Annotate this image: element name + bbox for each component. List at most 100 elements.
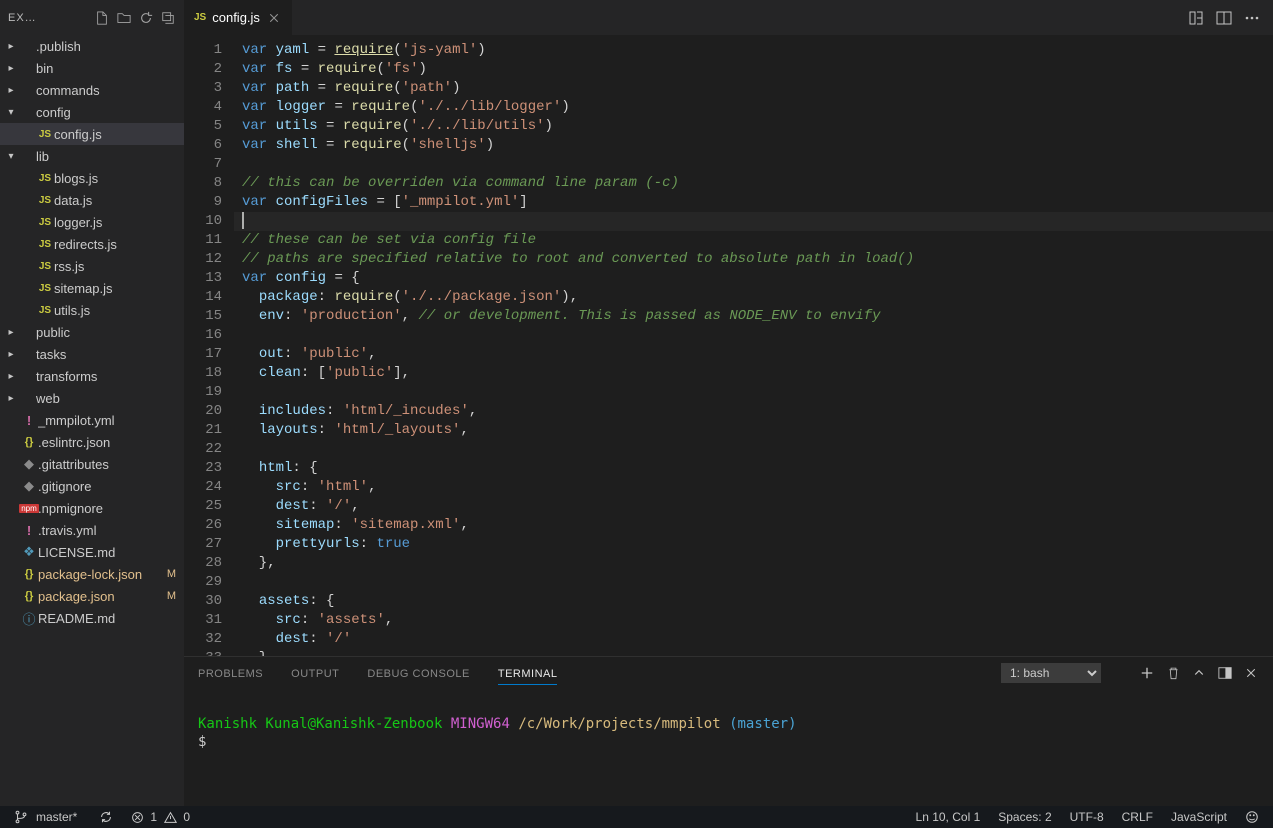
compare-changes-icon[interactable] xyxy=(1187,9,1205,27)
tab-config-js[interactable]: JS config.js xyxy=(184,0,292,35)
file-tree[interactable]: ▸.publish▸bin▸commands▾configJSconfig.js… xyxy=(0,35,184,806)
editor-group: JS config.js 123456789101112131415161718… xyxy=(184,0,1273,806)
tree-item-label: rss.js xyxy=(54,259,184,274)
terminal-select[interactable]: 1: bash xyxy=(1001,663,1101,683)
tree-file[interactable]: ❖LICENSE.md xyxy=(0,541,184,563)
tree-item-label: .publish xyxy=(36,39,184,54)
panel-position-icon[interactable] xyxy=(1217,665,1233,681)
file-icon: JS xyxy=(36,283,54,294)
file-icon: JS xyxy=(36,305,54,316)
file-icon: ! xyxy=(20,523,38,538)
tree-file[interactable]: JSlogger.js xyxy=(0,211,184,233)
close-tab-icon[interactable] xyxy=(266,10,282,26)
tree-file[interactable]: JSredirects.js xyxy=(0,233,184,255)
file-icon: JS xyxy=(36,129,54,140)
chevron-icon: ▸ xyxy=(4,327,18,338)
file-icon: JS xyxy=(36,217,54,228)
split-editor-icon[interactable] xyxy=(1215,9,1233,27)
status-eol[interactable]: CRLF xyxy=(1118,806,1157,828)
editor[interactable]: 1234567891011121314151617181920212223242… xyxy=(184,35,1273,656)
tree-item-label: config.js xyxy=(54,127,184,142)
tree-item-label: tasks xyxy=(36,347,184,362)
tree-folder[interactable]: ▸web xyxy=(0,387,184,409)
tree-file[interactable]: ◆.gitattributes xyxy=(0,453,184,475)
tree-folder[interactable]: ▸transforms xyxy=(0,365,184,387)
tree-file[interactable]: ⓘREADME.md xyxy=(0,607,184,629)
maximize-panel-icon[interactable] xyxy=(1191,665,1207,681)
status-feedback-icon[interactable] xyxy=(1241,806,1263,828)
tree-file[interactable]: JSblogs.js xyxy=(0,167,184,189)
chevron-icon: ▾ xyxy=(4,107,18,118)
file-icon: ◆ xyxy=(20,478,38,494)
tree-file[interactable]: ◆.gitignore xyxy=(0,475,184,497)
status-problems[interactable]: 1 0 xyxy=(127,806,198,828)
refresh-icon[interactable] xyxy=(138,10,154,26)
new-file-icon[interactable] xyxy=(94,10,110,26)
status-encoding[interactable]: UTF-8 xyxy=(1066,806,1108,828)
new-folder-icon[interactable] xyxy=(116,10,132,26)
file-icon: JS xyxy=(36,261,54,272)
tree-file[interactable]: JSrss.js xyxy=(0,255,184,277)
scm-decoration: M xyxy=(167,590,184,602)
tree-file[interactable]: JSconfig.js xyxy=(0,123,184,145)
chevron-icon: ▸ xyxy=(4,63,18,74)
new-terminal-icon[interactable] xyxy=(1139,665,1155,681)
status-indentation[interactable]: Spaces: 2 xyxy=(994,806,1055,828)
tree-item-label: bin xyxy=(36,61,184,76)
tab-terminal[interactable]: TERMINAL xyxy=(498,662,558,685)
terminal-content[interactable]: Kanishk Kunal@Kanishk-Zenbook MINGW64 /c… xyxy=(184,689,1273,806)
js-icon: JS xyxy=(194,12,206,23)
code-content[interactable]: var yaml = require('js-yaml')var fs = re… xyxy=(234,35,1273,656)
file-icon: {} xyxy=(20,568,38,580)
tree-item-label: logger.js xyxy=(54,215,184,230)
tree-folder[interactable]: ▸public xyxy=(0,321,184,343)
tree-folder[interactable]: ▸ .publish xyxy=(0,35,184,57)
tree-item-label: package-lock.json xyxy=(38,567,167,582)
tree-item-label: utils.js xyxy=(54,303,184,318)
tree-item-label: data.js xyxy=(54,193,184,208)
file-icon: npm xyxy=(20,504,38,513)
tree-file[interactable]: JSsitemap.js xyxy=(0,277,184,299)
file-icon: ⓘ xyxy=(20,609,38,628)
tree-folder[interactable]: ▸commands xyxy=(0,79,184,101)
tree-file[interactable]: {}package-lock.jsonM xyxy=(0,563,184,585)
tree-file[interactable]: !.travis.yml xyxy=(0,519,184,541)
tree-item-label: .eslintrc.json xyxy=(38,435,184,450)
explorer-title: EX… xyxy=(8,12,88,24)
kill-terminal-icon[interactable] xyxy=(1165,665,1181,681)
status-cursor-position[interactable]: Ln 10, Col 1 xyxy=(912,806,985,828)
bottom-panel: PROBLEMS OUTPUT DEBUG CONSOLE TERMINAL 1… xyxy=(184,656,1273,806)
chevron-icon: ▸ xyxy=(4,41,18,52)
status-sync-icon[interactable] xyxy=(95,806,117,828)
collapse-all-icon[interactable] xyxy=(160,10,176,26)
more-actions-icon[interactable] xyxy=(1243,9,1261,27)
tree-item-label: _mmpilot.yml xyxy=(38,413,184,428)
file-explorer: EX… ▸.publish▸bin▸commands▾configJSconfi… xyxy=(0,0,184,806)
chevron-icon: ▸ xyxy=(4,349,18,360)
file-icon: {} xyxy=(20,590,38,602)
tree-folder[interactable]: ▾lib xyxy=(0,145,184,167)
tab-output[interactable]: OUTPUT xyxy=(291,662,339,685)
tree-item-label: config xyxy=(36,105,184,120)
tab-debug-console[interactable]: DEBUG CONSOLE xyxy=(367,662,469,685)
status-language[interactable]: JavaScript xyxy=(1167,806,1231,828)
tree-folder[interactable]: ▸ tasks xyxy=(0,343,184,365)
file-icon: ! xyxy=(20,413,38,428)
tree-folder[interactable]: ▸ bin xyxy=(0,57,184,79)
tree-file[interactable]: {}package.jsonM xyxy=(0,585,184,607)
tree-item-label: .npmignore xyxy=(38,501,184,516)
close-panel-icon[interactable] xyxy=(1243,665,1259,681)
tree-file[interactable]: JSutils.js xyxy=(0,299,184,321)
tree-file[interactable]: npm.npmignore xyxy=(0,497,184,519)
tree-file[interactable]: JSdata.js xyxy=(0,189,184,211)
tree-folder[interactable]: ▾ config xyxy=(0,101,184,123)
tab-problems[interactable]: PROBLEMS xyxy=(198,662,263,685)
tree-file[interactable]: {}.eslintrc.json xyxy=(0,431,184,453)
tree-file[interactable]: !_mmpilot.yml xyxy=(0,409,184,431)
status-git-branch[interactable]: master* xyxy=(10,806,85,828)
tree-item-label: LICENSE.md xyxy=(38,545,184,560)
file-icon: JS xyxy=(36,173,54,184)
tree-item-label: .travis.yml xyxy=(38,523,184,538)
tree-item-label: sitemap.js xyxy=(54,281,184,296)
line-numbers: 1234567891011121314151617181920212223242… xyxy=(184,35,234,656)
